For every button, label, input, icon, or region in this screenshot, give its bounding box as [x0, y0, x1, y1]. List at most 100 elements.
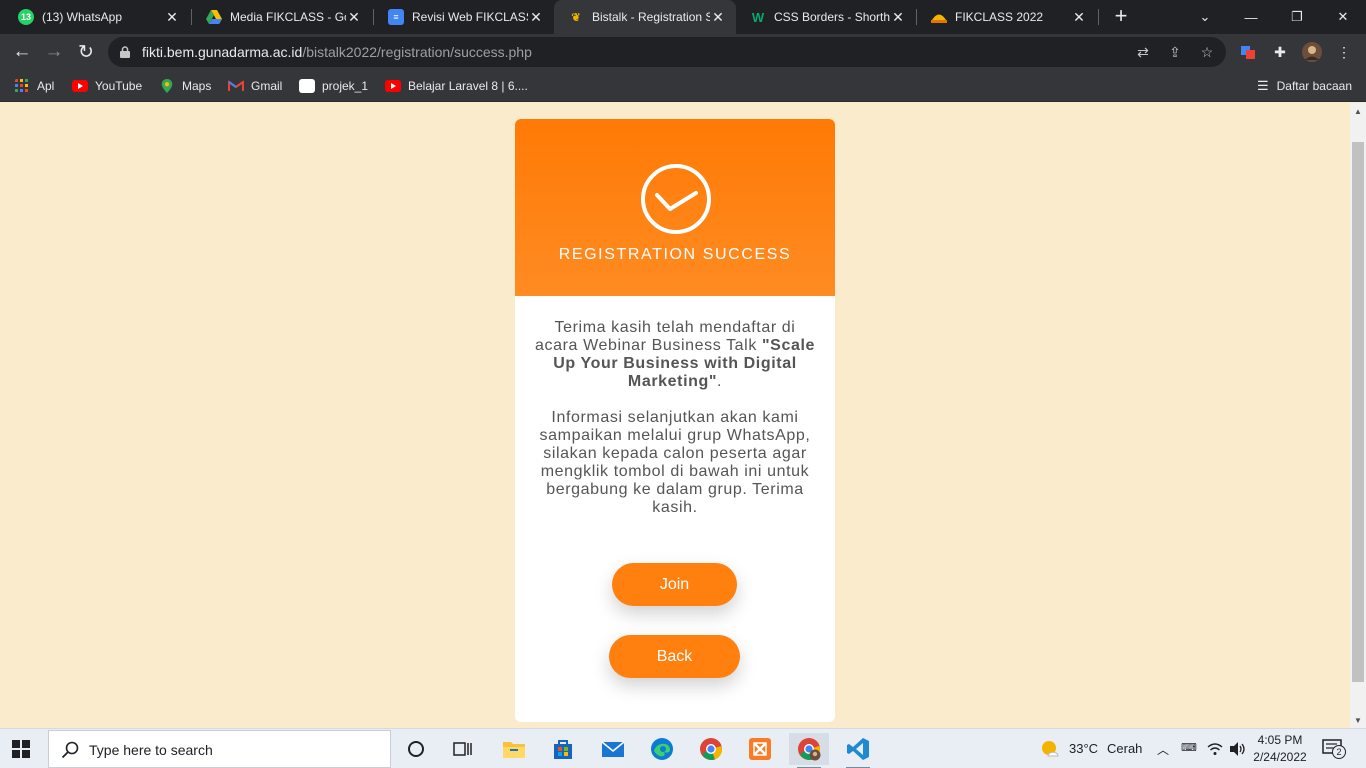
- bookmark-label: YouTube: [95, 79, 143, 93]
- weather-condition[interactable]: Cerah: [1107, 741, 1142, 756]
- xampp-icon[interactable]: [740, 733, 780, 765]
- edge-browser-icon[interactable]: [642, 733, 682, 765]
- tab-css-borders[interactable]: W CSS Borders - Shortha ✕: [736, 0, 916, 34]
- tab-whatsapp[interactable]: 13 (13) WhatsApp ✕: [4, 0, 190, 34]
- close-window-button[interactable]: ✕: [1320, 0, 1366, 34]
- scroll-up-arrow-icon[interactable]: ▲: [1350, 103, 1366, 119]
- thanks-paragraph: Terima kasih telah mendaftar di acara We…: [535, 319, 815, 391]
- tab-bistalk-registration[interactable]: ❦ Bistalk - Registration S ✕: [554, 0, 736, 34]
- search-placeholder: Type here to search: [89, 742, 213, 758]
- close-icon[interactable]: ✕: [346, 9, 362, 26]
- file-explorer-icon[interactable]: [494, 733, 534, 765]
- scrollbar-thumb[interactable]: [1352, 142, 1364, 682]
- lock-icon: [120, 46, 130, 58]
- tab-revisi-web[interactable]: ≡ Revisi Web FIKCLASS - ✕: [374, 0, 554, 34]
- bookmarks-bar: Apl YouTube Maps Gmail projek_1 Belajar …: [0, 70, 1366, 102]
- microsoft-store-icon[interactable]: [543, 733, 583, 765]
- translate-icon[interactable]: ⇄: [1134, 43, 1152, 61]
- bookmark-youtube[interactable]: YouTube: [72, 77, 142, 95]
- page-viewport: REGISTRATION SUCCESS Terima kasih telah …: [0, 103, 1350, 728]
- card-header: REGISTRATION SUCCESS: [515, 119, 835, 296]
- bookmark-label: projek_1: [322, 79, 369, 93]
- bookmark-projek-1[interactable]: projek_1: [299, 77, 368, 95]
- windows-taskbar: Type here to search 33°C Cerah ︿ ⌨ 4:05 …: [0, 728, 1366, 768]
- message-intro: Terima kasih telah mendaftar di acara We…: [535, 319, 796, 354]
- fikclass-icon: [931, 9, 947, 25]
- profile-avatar[interactable]: [1302, 42, 1322, 62]
- address-bar[interactable]: fikti.bem.gunadarma.ac.id/bistalk2022/re…: [108, 37, 1226, 67]
- search-icon: [61, 741, 79, 759]
- clock-time: 4:05 PM: [1257, 733, 1303, 747]
- reading-list-button[interactable]: ☰ Daftar bacaan: [1257, 77, 1352, 95]
- close-icon[interactable]: ✕: [528, 9, 544, 26]
- bistalk-icon: ❦: [568, 9, 584, 25]
- menu-kebab-icon[interactable]: ⋮: [1334, 42, 1354, 62]
- taskbar-clock[interactable]: 4:05 PM 2/24/2022: [1252, 732, 1308, 766]
- mail-icon[interactable]: [593, 733, 633, 765]
- reading-list-label: Daftar bacaan: [1276, 79, 1352, 93]
- bookmark-belajar-laravel[interactable]: Belajar Laravel 8 | 6....: [385, 77, 528, 95]
- bookmark-star-icon[interactable]: ☆: [1198, 43, 1216, 61]
- bookmark-label: Apl: [37, 79, 55, 93]
- close-icon[interactable]: ✕: [1071, 9, 1087, 26]
- weather-sun-icon[interactable]: [1040, 739, 1060, 759]
- youtube-icon: [385, 80, 401, 92]
- extensions-puzzle-icon[interactable]: ✚: [1270, 42, 1290, 62]
- task-view-icon[interactable]: [443, 733, 483, 765]
- tab-title: FIKCLASS 2022: [955, 10, 1044, 24]
- bookmark-gmail[interactable]: Gmail: [228, 77, 282, 95]
- share-icon[interactable]: ⇪: [1166, 43, 1184, 61]
- info-paragraph: Informasi selanjutkan akan kami sampaika…: [539, 409, 811, 516]
- forward-arrow-icon[interactable]: →: [40, 38, 68, 66]
- vscode-icon[interactable]: [838, 733, 878, 768]
- maximize-button[interactable]: ❐: [1274, 0, 1320, 34]
- maps-icon: [161, 79, 173, 93]
- tab-separator: [1098, 9, 1099, 25]
- chrome-profile-icon[interactable]: [789, 733, 829, 768]
- notification-count-badge: 2: [1332, 745, 1346, 759]
- apps-grid-icon: [15, 79, 28, 92]
- bookmark-maps[interactable]: Maps: [159, 77, 211, 95]
- join-button[interactable]: Join: [612, 563, 737, 606]
- back-arrow-icon[interactable]: ←: [8, 38, 36, 66]
- browser-toolbar: ← → ↻ fikti.bem.gunadarma.ac.id/bistalk2…: [0, 34, 1366, 70]
- tab-title: Media FIKCLASS - Goo: [230, 10, 346, 24]
- close-icon[interactable]: ✕: [710, 9, 726, 26]
- tab-search-button[interactable]: ⌄: [1182, 0, 1228, 34]
- scroll-down-arrow-icon[interactable]: ▼: [1350, 712, 1366, 728]
- bookmark-label: Gmail: [251, 79, 283, 93]
- bookmark-label: Belajar Laravel 8 | 6....: [408, 79, 528, 93]
- new-tab-button[interactable]: +: [1108, 4, 1134, 30]
- chrome-icon[interactable]: [691, 733, 731, 765]
- minimize-button[interactable]: —: [1228, 0, 1274, 34]
- weather-temperature[interactable]: 33°C: [1069, 741, 1098, 756]
- windows-start-icon[interactable]: [12, 740, 30, 758]
- checkmark-circle-icon: [641, 164, 711, 234]
- registration-success-card: REGISTRATION SUCCESS Terima kasih telah …: [515, 119, 835, 722]
- notification-center-icon[interactable]: 2: [1322, 739, 1346, 759]
- cortana-icon[interactable]: [396, 733, 436, 765]
- reading-list-icon: ☰: [1256, 78, 1269, 93]
- w3schools-icon: W: [751, 9, 765, 25]
- bookmark-apps[interactable]: Apl: [14, 77, 54, 95]
- taskbar-search-input[interactable]: Type here to search: [48, 730, 391, 768]
- wifi-icon[interactable]: [1207, 742, 1223, 756]
- tab-media-fikclass[interactable]: Media FIKCLASS - Goo ✕: [192, 0, 372, 34]
- extension-icon[interactable]: [1238, 42, 1258, 62]
- keyboard-language-icon[interactable]: ⌨: [1181, 741, 1197, 754]
- close-icon[interactable]: ✕: [890, 9, 906, 26]
- url-text: fikti.bem.gunadarma.ac.id/bistalk2022/re…: [142, 44, 532, 60]
- speaker-volume-icon[interactable]: [1229, 741, 1247, 757]
- reload-icon[interactable]: ↻: [72, 38, 100, 66]
- page-title: REGISTRATION SUCCESS: [558, 246, 792, 263]
- message-end: .: [717, 373, 723, 390]
- tab-fikclass-2022[interactable]: FIKCLASS 2022 ✕: [917, 0, 1097, 34]
- gmail-icon: [228, 80, 244, 92]
- tab-strip: 13 (13) WhatsApp ✕ Media FIKCLASS - Goo …: [0, 0, 1366, 34]
- close-icon[interactable]: ✕: [164, 9, 180, 26]
- tab-title: Revisi Web FIKCLASS -: [412, 10, 528, 24]
- tray-chevron-up-icon[interactable]: ︿: [1157, 741, 1169, 758]
- tab-title: Bistalk - Registration S: [592, 10, 710, 24]
- tab-title: CSS Borders - Shortha: [774, 10, 890, 24]
- back-button[interactable]: Back: [609, 635, 740, 678]
